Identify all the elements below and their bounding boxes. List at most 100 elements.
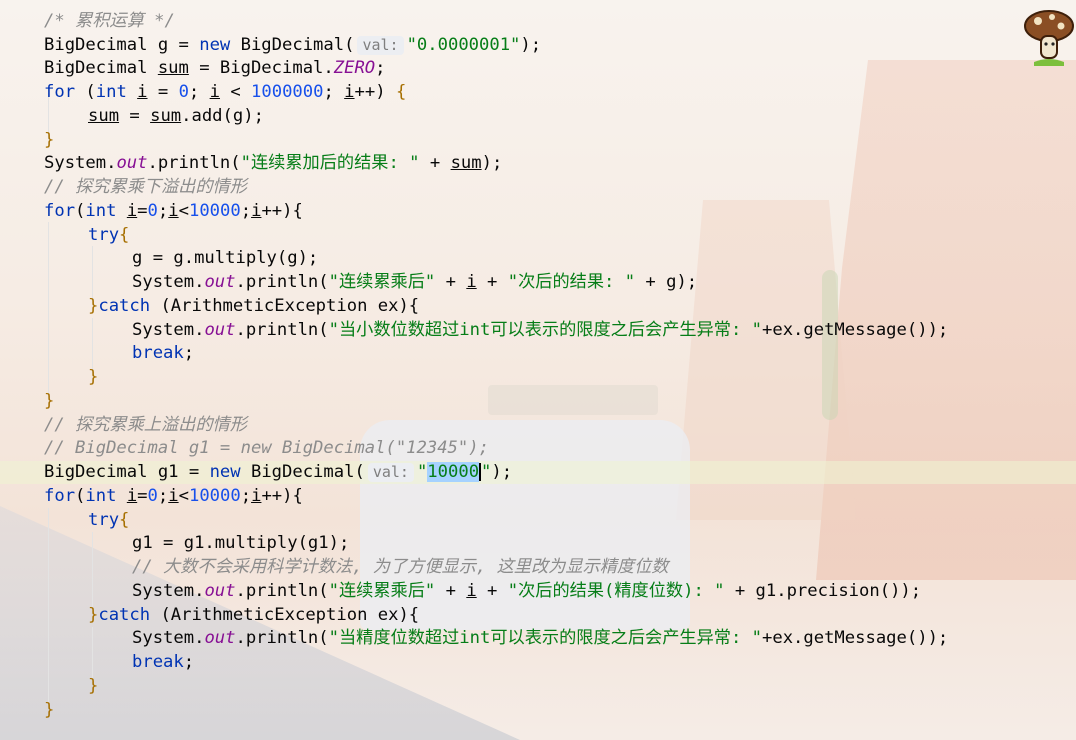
code-line[interactable]: }	[88, 675, 98, 698]
code-string: "连续累乘后"	[328, 272, 436, 292]
indent-guide	[92, 627, 93, 682]
code-token: =	[137, 201, 148, 221]
indent-guide	[48, 222, 49, 397]
code-line[interactable]: sum = sum.add(g);	[88, 105, 264, 128]
code-brace: {	[119, 510, 130, 530]
code-field: out	[204, 272, 236, 292]
code-number: 10000	[188, 486, 241, 506]
code-line[interactable]: for (int i = 0; i < 1000000; i++) {	[44, 81, 406, 104]
code-field: ZERO	[333, 58, 376, 78]
code-brace: }	[88, 296, 99, 316]
code-keyword: new	[209, 462, 241, 482]
code-field: out	[204, 628, 236, 648]
code-token: .println(	[235, 320, 329, 340]
code-line[interactable]: System.out.println("当精度位数超过int可以表示的限度之后会…	[132, 627, 948, 650]
code-line[interactable]: System.out.println("连续累乘后" + i + "次后的结果(…	[132, 580, 921, 603]
code-line[interactable]: BigDecimal g = new BigDecimal(val: "0.000…	[44, 34, 541, 57]
code-variable: i	[126, 201, 138, 221]
code-line[interactable]: }catch (ArithmeticException ex){	[88, 604, 419, 627]
code-token: .println(	[235, 272, 329, 292]
code-line[interactable]: // 探究累乘下溢出的情形	[44, 176, 247, 199]
code-token: =	[147, 82, 179, 102]
code-token: <	[219, 82, 252, 102]
code-token: ;	[375, 58, 386, 78]
code-variable: i	[251, 486, 262, 506]
code-line[interactable]: // 大数不会采用科学计数法, 为了方便显示, 这里改为显示精度位数	[132, 556, 669, 579]
code-line[interactable]: try{	[88, 509, 129, 532]
parameter-hint: val:	[357, 36, 404, 55]
code-token: ++)	[354, 82, 396, 102]
code-number: 0	[147, 486, 158, 506]
code-keyword: catch	[98, 605, 151, 625]
code-token: =	[137, 486, 148, 506]
code-token: +	[419, 153, 451, 173]
code-variable: i	[168, 486, 179, 506]
mushroom-mascot-icon[interactable]	[1022, 6, 1076, 68]
code-token: ;	[323, 82, 345, 102]
code-line[interactable]: }	[44, 699, 54, 722]
code-line[interactable]: // BigDecimal g1 = new BigDecimal("12345…	[44, 437, 489, 460]
code-token: System.	[132, 320, 205, 340]
code-keyword: try	[88, 225, 120, 245]
code-string: "0.0000001"	[406, 35, 521, 55]
code-keyword: for	[44, 82, 76, 102]
current-code-line[interactable]: BigDecimal g1 = new BigDecimal(val: "1000…	[0, 461, 1076, 484]
code-line[interactable]: System.out.println("当小数位数超过int可以表示的限度之后会…	[132, 319, 948, 342]
code-brace: {	[119, 225, 130, 245]
code-token: +	[476, 581, 508, 601]
code-line[interactable]: for(int i=0;i<10000;i++){	[44, 200, 303, 223]
code-line[interactable]: BigDecimal sum = BigDecimal.ZERO;	[44, 57, 386, 80]
code-line[interactable]: // 探究累乘上溢出的情形	[44, 414, 247, 437]
code-token: ;	[240, 201, 252, 221]
code-brace: {	[395, 82, 407, 102]
code-comment: // BigDecimal g1 = new BigDecimal("12345…	[44, 438, 489, 458]
code-number: 10000	[188, 201, 241, 221]
code-token: +ex.getMessage());	[762, 628, 949, 648]
code-line[interactable]: }	[88, 366, 98, 389]
code-keyword: for	[44, 486, 76, 506]
code-field: out	[116, 153, 148, 173]
code-token: );	[491, 462, 513, 482]
code-string: "	[481, 462, 492, 482]
code-line[interactable]: try{	[88, 224, 129, 247]
code-variable: i	[137, 82, 148, 102]
code-token: );	[481, 153, 503, 173]
code-string: "连续累乘后"	[328, 581, 436, 601]
code-line[interactable]: for(int i=0;i<10000;i++){	[44, 485, 303, 508]
code-token: ;	[157, 486, 169, 506]
indent-guide	[48, 508, 49, 704]
code-token: ;	[157, 201, 169, 221]
code-token: +	[435, 272, 467, 292]
code-line[interactable]: break;	[132, 342, 194, 365]
code-field: out	[204, 581, 236, 601]
code-token: BigDecimal g =	[44, 35, 200, 55]
code-line[interactable]: System.out.println("连续累乘后" + i + "次后的结果:…	[132, 271, 697, 294]
code-token: ++){	[261, 486, 303, 506]
code-keyword: break	[132, 343, 184, 363]
code-line[interactable]: }catch (ArithmeticException ex){	[88, 295, 419, 318]
code-line[interactable]: /* 累积运算 */	[44, 10, 175, 33]
code-variable: i	[209, 82, 220, 102]
code-variable: i	[126, 486, 138, 506]
code-token: System.	[132, 272, 205, 292]
code-line[interactable]: g = g.multiply(g);	[132, 247, 318, 270]
indent-guide	[92, 246, 93, 301]
code-number: 0	[178, 82, 189, 102]
code-line[interactable]: }	[44, 390, 54, 413]
code-variable: i	[251, 201, 262, 221]
code-number: 0	[147, 201, 158, 221]
code-line[interactable]: }	[44, 129, 54, 152]
selected-text[interactable]: 10000	[427, 462, 480, 482]
code-editor[interactable]: /* 累积运算 */ BigDecimal g = new BigDecimal…	[0, 0, 1076, 740]
code-line[interactable]: System.out.println("连续累加后的结果: " + sum);	[44, 152, 502, 175]
code-string: "次后的结果: "	[507, 272, 636, 292]
code-keyword: int	[85, 486, 117, 506]
code-line[interactable]: break;	[132, 651, 194, 674]
code-string: "连续累加后的结果: "	[240, 153, 420, 173]
code-token: ;	[188, 82, 210, 102]
code-variable: sum	[150, 106, 182, 126]
code-line[interactable]: g1 = g1.multiply(g1);	[132, 532, 349, 555]
